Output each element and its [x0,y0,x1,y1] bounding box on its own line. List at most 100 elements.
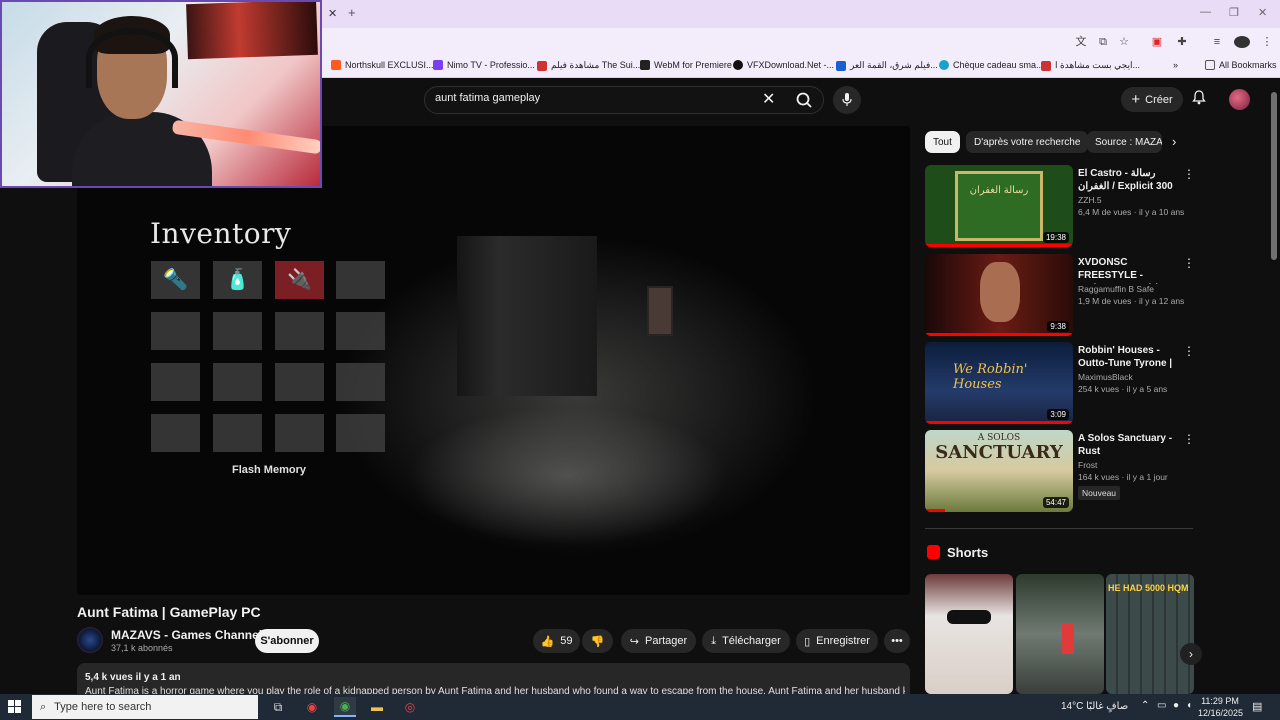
network-icon[interactable]: ▭ [1157,700,1166,711]
all-bookmarks-button[interactable]: All Bookmarks [1205,60,1277,70]
windows-start-icon[interactable] [8,700,22,714]
watch-progress-bar [925,509,945,512]
account-avatar[interactable] [1229,89,1250,110]
maximize-icon[interactable]: ❐ [1229,6,1239,19]
inventory-slot [151,363,200,401]
window-close-icon[interactable]: ✕ [1258,6,1267,19]
short-thumbnail[interactable] [925,574,1013,694]
system-clock[interactable]: 11:29 PM 12/16/2025 [1198,695,1243,719]
volume-icon[interactable]: ◖ [1186,700,1192,711]
bookmark-item[interactable]: ايجي بست مشاهدة ا... [1041,60,1140,71]
more-vertical-icon[interactable]: ⋮ [1183,256,1195,270]
bookmark-item[interactable]: Chèque cadeau sma... [939,60,1044,70]
recommendation-meta: 1,9 M de vues · il y a 12 ans [1078,296,1185,306]
recommendation-channel: ZZH.5 [1078,195,1102,205]
bookmark-item[interactable]: Nimo TV - Professio... [433,60,535,70]
thumbnail-art [947,610,991,624]
create-button[interactable]: + Créer [1121,87,1183,112]
more-vertical-icon[interactable]: ⋮ [1183,167,1195,181]
recommendation-card[interactable]: A SOLOS SANCTUARY 54:47 A Solos Sanctuar… [925,430,1195,512]
tray-chevron-up-icon[interactable]: ⌃ [1141,700,1149,711]
download-button[interactable]: ⤓ Télécharger [702,629,790,653]
bookmark-item[interactable]: Northskull EXCLUSI... [331,60,434,70]
chip-related[interactable]: D'après votre recherche [966,131,1089,153]
cast-icon[interactable]: ⧉ [1096,35,1110,49]
bookmark-label: Chèque cadeau sma... [953,60,1044,70]
notifications-icon[interactable]: ▤ [1252,700,1262,713]
chrome-icon[interactable]: ◉ [301,697,323,717]
chip-all[interactable]: Tout [925,131,960,153]
translate-icon[interactable]: 文 [1074,35,1088,49]
file-explorer-icon[interactable]: ▬ [366,697,388,717]
thumbnail-text: SANCTUARY [935,442,1063,463]
chrome-profile-icon[interactable]: ◉ [334,697,356,717]
recommendation-card[interactable]: 9:38 XVDONSC FREESTYLE - Emino, SC papi … [925,254,1195,336]
dislike-button[interactable]: 👎 [582,629,613,653]
clear-search-icon[interactable]: ✕ [762,89,775,109]
views-and-date: 5,4 k vues il y a 1 an [85,672,181,683]
inventory-slot: 🧴 [213,261,262,299]
flashlight-icon: 🔦 [163,269,188,291]
bookmark-item[interactable]: VFXDownload.Net -... [733,60,834,70]
new-tab-icon[interactable]: + [348,5,356,20]
profile-icon[interactable] [1234,36,1250,48]
recommendation-card[interactable]: We Robbin' Houses 3:09 Robbin' Houses - … [925,342,1195,424]
clock-time: 11:29 PM [1201,696,1239,706]
voice-search-button[interactable] [833,86,861,114]
inventory-slot [151,414,200,452]
recommendation-meta: 6,4 M de vues · il y a 10 ans [1078,207,1185,217]
extension-red-icon[interactable]: ▣ [1150,35,1164,49]
page-scrollbar[interactable] [1271,92,1277,260]
short-thumbnail[interactable] [1016,574,1104,694]
shorts-section-title: Shorts [947,545,989,560]
minimize-icon[interactable]: — [1200,6,1211,18]
inventory-slot [336,414,385,452]
bookmark-item[interactable]: مشاهدة فيلم The Sui... [537,60,640,71]
bookmark-favicon [640,60,650,70]
bookmark-item[interactable]: فيلم شرق، القمة العر... [836,60,938,71]
download-label: Télécharger [722,635,781,647]
video-thumbnail: 9:38 [925,254,1073,336]
extensions-icon[interactable]: ✚ [1175,35,1189,49]
browser-menu-icon[interactable]: ⋮ [1260,35,1274,49]
inventory-slot [275,363,324,401]
scene-doorway [457,236,597,396]
task-view-icon[interactable]: ⧉ [267,697,289,717]
video-title: Aunt Fatima | GamePlay PC [77,604,261,620]
star-icon[interactable]: ☆ [1117,35,1131,49]
download-icon: ⤓ [711,634,717,647]
channel-avatar[interactable] [77,627,103,653]
share-button[interactable]: ↪ Partager [621,629,696,653]
spray-can-icon: 🧴 [225,269,250,291]
chip-source[interactable]: Source : MAZAVS [1087,131,1162,153]
more-vertical-icon[interactable]: ⋮ [1183,432,1195,446]
bookmark-item[interactable]: WebM for Premiere [640,60,732,70]
save-button[interactable]: ▯ Enregistrer [796,629,878,653]
channel-name[interactable]: MAZAVS - Games Channel [111,628,262,642]
reading-list-icon[interactable]: ≡ [1210,35,1224,49]
more-actions-button[interactable]: ••• [884,629,910,653]
bookmarks-overflow-icon[interactable]: » [1173,60,1178,70]
recommendation-card[interactable]: رسالة الغفران 19:38 El Castro - رسالة ال… [925,165,1195,247]
more-vertical-icon[interactable]: ⋮ [1183,344,1195,358]
recommendation-title: El Castro - رسالة الغفران / Explicit 300… [1078,168,1173,195]
chevron-right-icon[interactable]: › [1180,643,1202,665]
subscribe-button[interactable]: S'abonner [255,629,319,653]
short-thumbnail[interactable]: HE HAD 5000 HQM [1106,574,1194,694]
close-tab-icon[interactable]: ✕ [328,7,337,20]
like-button[interactable]: 👍 59 [533,629,580,653]
taskbar-search-input[interactable]: ⌕ Type here to search [32,695,258,719]
notifications-bell-icon[interactable] [1192,90,1206,108]
search-input[interactable]: aunt fatima gameplay [435,92,540,104]
microphone-icon [842,93,852,106]
wall-poster [186,2,318,60]
search-button[interactable] [787,86,824,114]
microphone-icon[interactable]: ● [1173,700,1179,711]
video-player[interactable]: Inventory 🔦 🧴 🔌 Flash Memory [77,126,910,595]
chevron-right-icon[interactable]: › [1172,134,1176,149]
shorts-icon [927,545,940,559]
weather-widget[interactable]: 14°C صافٍ غالبًا [1061,701,1128,712]
thumbnail-art [1062,624,1074,654]
obs-icon[interactable]: ◎ [399,697,421,717]
inventory-title: Inventory [150,217,292,250]
